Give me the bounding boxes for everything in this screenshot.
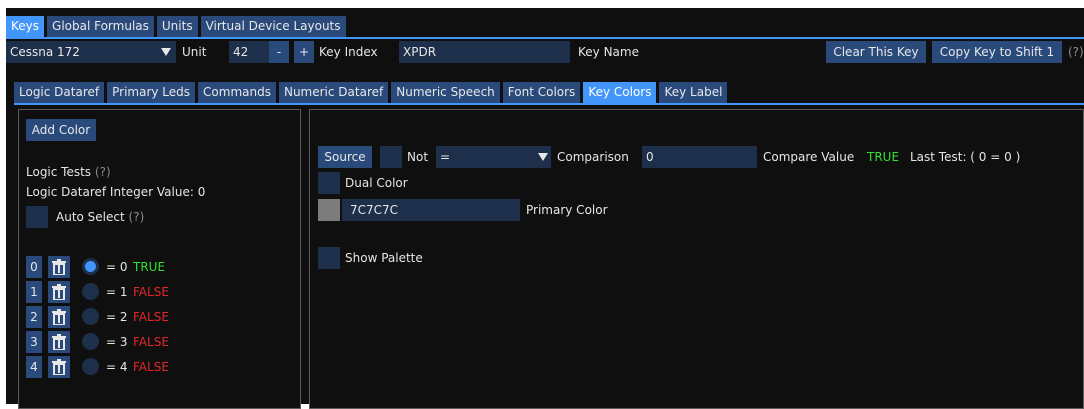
tab-font-colors[interactable]: Font Colors [502,82,581,103]
tab-units[interactable]: Units [156,16,198,37]
row-equation: = 4 [106,360,128,374]
clear-key-button[interactable]: Clear This Key [826,41,926,63]
unit-label: Unit [182,45,207,59]
dual-color-label: Dual Color [345,176,408,190]
row-index-button[interactable]: 2 [26,306,42,328]
logic-tests-label: Logic Tests [26,165,92,179]
row-select-radio[interactable] [82,258,99,275]
row-index-button[interactable]: 0 [26,256,42,278]
key-sub-tab-bar: Logic Dataref Primary Leds Commands Nume… [14,82,728,103]
device-select[interactable]: Cessna 172 [6,41,176,63]
show-palette-checkbox[interactable] [318,247,340,269]
tab-keys[interactable]: Keys [6,16,45,37]
copy-key-to-shift-button[interactable]: Copy Key to Shift 1 [932,41,1062,63]
main-tab-underline [6,37,1084,39]
auto-select-checkbox[interactable] [26,206,48,228]
primary-color-label: Primary Color [526,203,608,217]
comparison-input[interactable]: 0 [642,146,757,168]
chevron-down-icon[interactable] [538,153,548,161]
delete-row-button[interactable] [48,281,70,303]
last-test-text: Last Test: ( 0 = 0 ) [910,150,1021,164]
integer-value-text: Logic Dataref Integer Value: 0 [26,185,206,199]
trash-icon [52,284,66,300]
unit-input[interactable]: 42 [229,41,269,63]
key-color-editor-panel: Source Not = Comparison 0 Compare Value … [309,109,1084,409]
comparison-label: Comparison [557,150,629,164]
show-palette-label: Show Palette [345,251,423,265]
source-button[interactable]: Source [318,146,372,168]
auto-select-help-icon[interactable]: (?) [129,210,145,224]
auto-select-row: Auto Select (?) [56,206,144,228]
delete-row-button[interactable] [48,331,70,353]
sub-tab-underline [14,103,1084,105]
tab-primary-leds[interactable]: Primary Leds [107,82,196,103]
main-tab-bar: Keys Global Formulas Units Virtual Devic… [6,16,346,37]
device-select-value: Cessna 172 [10,45,80,59]
logic-tests-help-icon[interactable]: (?) [95,165,111,179]
key-index-value: XPDR [403,45,437,59]
row-select-radio[interactable] [82,333,99,350]
tab-key-colors[interactable]: Key Colors [583,82,657,103]
add-color-button[interactable]: Add Color [26,119,96,141]
delete-row-button[interactable] [48,256,70,278]
row-index-button[interactable]: 1 [26,281,42,303]
auto-select-label: Auto Select [56,210,125,224]
operator-select[interactable]: = [436,146,551,168]
comparison-input-value: 0 [646,150,654,164]
row-result: FALSE [133,310,169,324]
tab-logic-dataref[interactable]: Logic Dataref [14,82,105,103]
primary-color-swatch[interactable] [318,199,340,221]
tab-numeric-dataref[interactable]: Numeric Dataref [278,82,389,103]
row-select-radio[interactable] [82,283,99,300]
not-checkbox[interactable] [380,146,402,168]
row-result: FALSE [133,335,169,349]
delete-row-button[interactable] [48,306,70,328]
compare-value-label: Compare Value [763,150,855,164]
row-equation: = 2 [106,310,128,324]
row-result: TRUE [133,260,166,274]
compare-result: TRUE [867,150,900,164]
app-window: Keys Global Formulas Units Virtual Devic… [6,8,1084,409]
tab-numeric-speech[interactable]: Numeric Speech [391,82,500,103]
row-equation: = 3 [106,335,128,349]
row-index-button[interactable]: 4 [26,356,42,378]
row-result: FALSE [133,285,169,299]
tab-global-formulas[interactable]: Global Formulas [47,16,154,37]
chevron-down-icon[interactable] [161,48,171,56]
toolbar-help-icon[interactable]: (?) [1068,41,1084,63]
row-index-button[interactable]: 3 [26,331,42,353]
row-select-radio[interactable] [82,308,99,325]
primary-color-hex-value: 7C7C7C [350,203,399,217]
tab-key-label[interactable]: Key Label [659,82,728,103]
row-select-radio[interactable] [82,358,99,375]
unit-increment-button[interactable]: + [294,41,314,63]
key-index-label: Key Index [319,45,378,59]
unit-input-value: 42 [233,45,249,59]
unit-decrement-button[interactable]: - [269,41,289,63]
trash-icon [52,334,66,350]
key-name-label: Key Name [578,45,639,59]
operator-select-value: = [440,150,451,164]
row-equation: = 1 [106,285,128,299]
delete-row-button[interactable] [48,356,70,378]
logic-tests-panel: Add Color Logic Tests (?) Logic Dataref … [18,109,301,409]
logic-tests-heading: Logic Tests (?) [26,161,111,183]
row-result: FALSE [133,360,169,374]
row-equation: = 0 [106,260,128,274]
key-toolbar: Cessna 172 Unit 42 - + Key Index XPDR Ke… [6,41,1084,63]
trash-icon [52,309,66,325]
primary-color-hex-input[interactable]: 7C7C7C [342,199,520,221]
not-label: Not [407,150,429,164]
key-index-input[interactable]: XPDR [399,41,570,63]
dual-color-checkbox[interactable] [318,172,340,194]
trash-icon [52,359,66,375]
trash-icon [52,259,66,275]
tab-virtual-device-layouts[interactable]: Virtual Device Layouts [200,16,346,37]
tab-commands[interactable]: Commands [198,82,276,103]
